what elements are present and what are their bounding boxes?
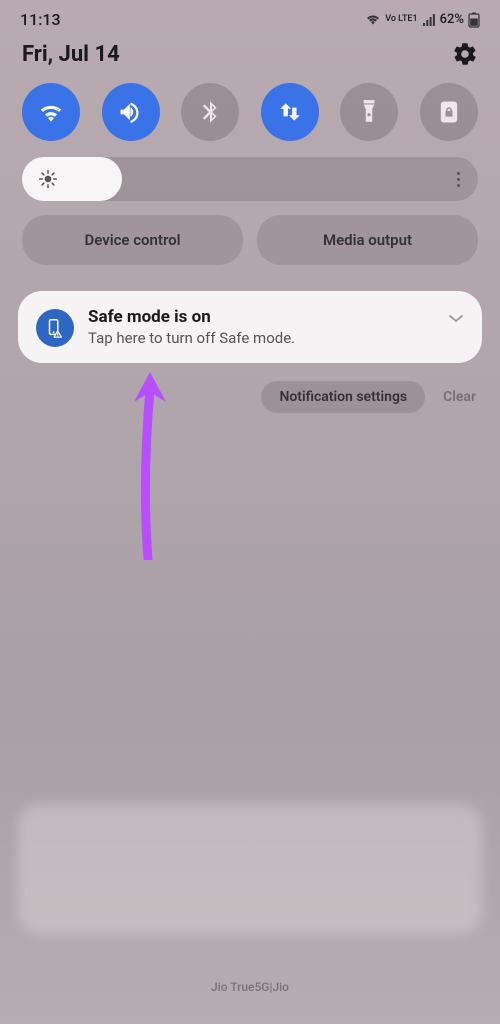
chevron-down-icon [448,314,464,324]
background-blur [18,804,482,934]
brightness-icon [38,169,58,189]
date-label: Fri, Jul 14 [22,42,120,67]
panel-header: Fri, Jul 14 [0,35,500,79]
phone-alert-icon [44,317,66,339]
notification-actions: Notification settings Clear [0,369,500,425]
status-right: Vo LTE1 62% [365,12,480,28]
status-bar: 11:13 Vo LTE1 62% [0,0,500,35]
lock-icon [435,98,463,126]
device-control-button[interactable]: Device control [22,215,243,265]
flashlight-toggle[interactable] [340,83,398,141]
battery-icon [468,12,480,28]
notification-app-icon [36,309,74,347]
notification-title: Safe mode is on [88,307,464,327]
notification-body: Tap here to turn off Safe mode. [88,329,464,347]
panel-shortcuts: Device control Media output [0,215,500,285]
signal-icon [422,14,436,26]
wifi-toggle[interactable] [22,83,80,141]
brightness-slider[interactable] [22,157,478,201]
quick-toggles [0,79,500,157]
gear-icon [452,41,478,67]
wifi-status-icon [365,14,381,26]
notification-settings-button[interactable]: Notification settings [261,381,425,413]
brightness-menu-icon[interactable] [457,172,460,187]
bluetooth-icon [197,99,223,125]
media-output-button[interactable]: Media output [257,215,478,265]
sound-icon [117,98,145,126]
wifi-icon [36,100,66,124]
mobile-data-toggle[interactable] [261,83,319,141]
status-time: 11:13 [20,10,61,29]
expand-button[interactable] [448,309,464,328]
sound-toggle[interactable] [102,83,160,141]
carrier-label: Jio True5G|Jio [0,980,500,994]
brightness-fill [22,157,122,201]
notification-text: Safe mode is on Tap here to turn off Saf… [88,307,464,347]
volte-label: Vo LTE1 [385,15,417,24]
rotation-lock-toggle[interactable] [420,83,478,141]
bluetooth-toggle[interactable] [181,83,239,141]
brightness-slider-wrap [0,157,500,215]
data-arrows-icon [277,99,303,125]
clear-button[interactable]: Clear [443,389,476,405]
safe-mode-notification[interactable]: Safe mode is on Tap here to turn off Saf… [18,291,482,363]
flashlight-icon [357,98,381,126]
settings-button[interactable] [452,41,478,67]
battery-percent: 62% [440,12,464,27]
